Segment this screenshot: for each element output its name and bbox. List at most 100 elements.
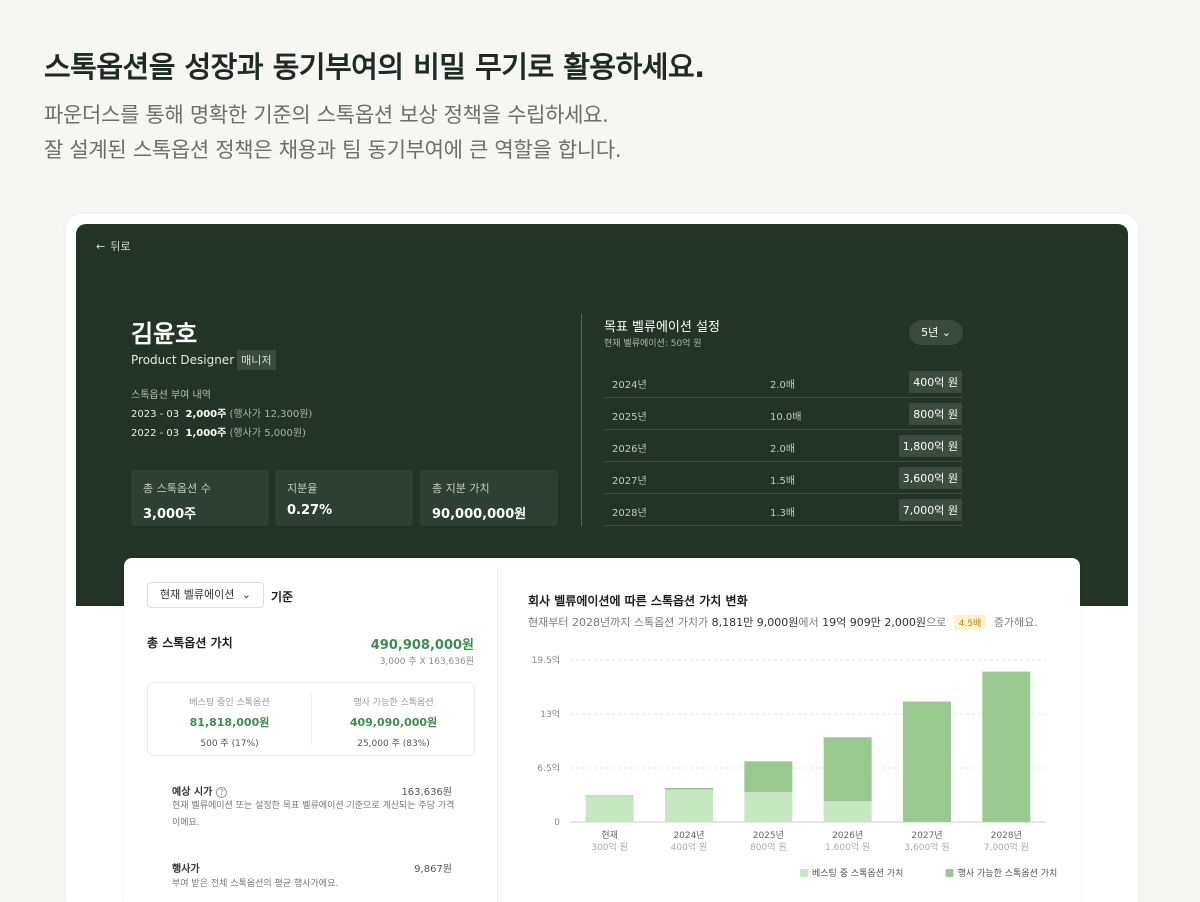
vesting-value: 81,818,000원 bbox=[189, 716, 270, 729]
x-tick-sublabel: 400억 원 bbox=[671, 841, 708, 853]
x-tick-label: 2025년 bbox=[753, 830, 784, 841]
grant-date: 2022 - 03 bbox=[131, 428, 180, 439]
valuation-multiple: 1.5배 bbox=[770, 476, 796, 487]
period-value: 5년 bbox=[921, 326, 939, 339]
chart-title: 회사 벨류에이션에 따른 스톡옵션 가치 변화 bbox=[528, 594, 748, 608]
desc-to-value: 19억 909만 2,000원 bbox=[822, 616, 926, 629]
valuation-amount-input[interactable]: 3,600억 원 bbox=[898, 467, 962, 489]
y-tick-label: 6.5억 bbox=[537, 762, 560, 774]
valuation-row: 2027년 1.5배 3,600억 원 bbox=[604, 462, 962, 494]
employee-name: 김윤호 bbox=[131, 320, 198, 348]
expected-price-text: 예상 시가 bbox=[172, 787, 213, 798]
bar-exercisable bbox=[903, 701, 951, 822]
legend-label: 베스팅 중 스톡옵션 가치 bbox=[812, 867, 903, 879]
vesting-column: 베스팅 중인 스톡옵션 81,818,000원 500 주 (17%) bbox=[148, 695, 311, 749]
grant-date: 2023 - 03 bbox=[131, 409, 180, 420]
valuation-year: 2028년 bbox=[612, 508, 647, 519]
y-tick-label: 13억 bbox=[540, 708, 560, 720]
bar-vesting bbox=[665, 789, 713, 822]
employee-role: Product Designer 매니저 bbox=[131, 350, 276, 370]
desc-prefix: 현재부터 2028년까지 스톡옵션 가치가 bbox=[528, 616, 709, 629]
x-tick-label: 2027년 bbox=[911, 830, 942, 841]
valuation-amount-input[interactable]: 1,800억 원 bbox=[898, 435, 962, 457]
valuation-amount-input[interactable]: 800억 원 bbox=[909, 403, 962, 425]
basis-label: 기준 bbox=[271, 590, 294, 604]
grant-note: (행사가 5,000원) bbox=[229, 428, 306, 439]
page-headline: 스톡옵션을 성장과 동기부여의 비밀 무기로 활용하세요. bbox=[44, 50, 705, 84]
period-select[interactable]: 5년 ⌄ bbox=[909, 320, 963, 345]
y-tick-label: 19.5억 bbox=[532, 654, 560, 666]
valuation-multiple: 2.0배 bbox=[770, 380, 796, 391]
total-value-label: 총 스톡옵션 가치 bbox=[147, 636, 233, 650]
x-tick-label: 2026년 bbox=[832, 830, 863, 841]
stat-label: 총 스톡옵션 수 bbox=[143, 482, 211, 495]
valuation-multiple: 2.0배 bbox=[770, 444, 796, 455]
back-button[interactable]: ← 뒤로 bbox=[96, 238, 130, 254]
total-value: 490,908,000원 bbox=[370, 638, 474, 653]
basis-select[interactable]: 현재 벨류에이션 ⌄ bbox=[147, 582, 264, 608]
valuation-subtitle: 현재 벨류에이션: 50억 원 bbox=[604, 339, 702, 349]
vesting-sub: 500 주 (17%) bbox=[200, 739, 259, 749]
stat-label: 지분율 bbox=[287, 482, 318, 495]
bar-vesting bbox=[744, 792, 793, 822]
vesting-split-box: 베스팅 중인 스톡옵션 81,818,000원 500 주 (17%) 행사 가… bbox=[147, 682, 475, 756]
desc-suffix: 으로 bbox=[925, 616, 947, 629]
back-label: 뒤로 bbox=[110, 240, 131, 253]
valuation-row: 2026년 2.0배 1,800억 원 bbox=[604, 430, 962, 462]
exercisable-column: 행사 가능한 스톡옵션 409,090,000원 25,000 주 (83%) bbox=[312, 695, 475, 749]
valuation-multiple: 1.3배 bbox=[770, 508, 796, 519]
stat-equity-ratio: 지분율 0.27% bbox=[275, 470, 413, 526]
x-tick-sublabel: 7,000억 원 bbox=[984, 841, 1029, 853]
panel-divider bbox=[497, 566, 498, 902]
valuation-year: 2027년 bbox=[612, 476, 647, 487]
x-tick-sublabel: 1,600억 원 bbox=[825, 841, 870, 853]
valuation-amount-input[interactable]: 7,000억 원 bbox=[898, 499, 962, 521]
vesting-label: 베스팅 중인 스톡옵션 bbox=[189, 698, 270, 708]
grant-shares: 2,000주 bbox=[185, 409, 227, 420]
desc-from-value: 8,181만 9,000원 bbox=[711, 616, 799, 629]
bar-exercisable bbox=[744, 761, 793, 793]
y-tick-label: 0 bbox=[554, 818, 560, 828]
grant-item: 2022 - 03 1,000주 (행사가 5,000원) bbox=[131, 424, 306, 439]
stat-value: 90,000,000원 bbox=[432, 507, 527, 522]
expected-price-desc-line: 현재 벨류에이션 또는 설정한 목표 벨류에이션 기준으로 계산되는 주당 가격 bbox=[172, 801, 455, 811]
subtitle-line-1: 파운더스를 통해 명확한 기준의 스톡옵션 보상 정책을 수립하세요. bbox=[44, 103, 609, 127]
basis-select-value: 현재 벨류에이션 bbox=[160, 588, 235, 601]
stat-value: 3,000주 bbox=[143, 507, 197, 522]
stat-equity-value: 총 지분 가치 90,000,000원 bbox=[420, 470, 558, 526]
stat-label: 총 지분 가치 bbox=[432, 482, 490, 495]
legend-label: 행사 가능한 스톡옵션 가치 bbox=[958, 867, 1058, 879]
help-icon[interactable]: ? bbox=[216, 787, 228, 798]
stat-total-options: 총 스톡옵션 수 3,000주 bbox=[131, 470, 269, 526]
valuation-row: 2028년 1.3배 7,000억 원 bbox=[604, 494, 962, 526]
x-tick-sublabel: 800억 원 bbox=[750, 841, 787, 853]
chevron-down-icon: ⌄ bbox=[241, 588, 251, 601]
valuation-year: 2025년 bbox=[612, 412, 647, 423]
x-tick-sublabel: 3,600억 원 bbox=[904, 841, 949, 853]
expected-price-desc: 현재 벨류에이션 또는 설정한 목표 벨류에이션 기준으로 계산되는 주당 가격… bbox=[172, 798, 462, 832]
expected-price-label: 예상 시가? bbox=[172, 783, 228, 798]
exercisable-sub: 25,000 주 (83%) bbox=[357, 739, 430, 749]
option-value-card: 현재 벨류에이션 ⌄ 기준 총 스톡옵션 가치 490,908,000원 3,0… bbox=[124, 558, 1080, 902]
position-badge: 매니저 bbox=[237, 350, 276, 370]
desc-suffix: 증가해요. bbox=[993, 616, 1038, 629]
valuation-multiple: 10.0배 bbox=[770, 412, 802, 423]
exercisable-label: 행사 가능한 스톡옵션 bbox=[353, 698, 434, 708]
chart-description: 현재부터 2028년까지 스톡옵션 가치가 8,181만 9,000원에서 19… bbox=[528, 614, 1038, 630]
role-text: Product Designer bbox=[131, 353, 235, 367]
vertical-divider bbox=[581, 314, 582, 526]
expected-price-value: 163,636원 bbox=[401, 787, 452, 798]
valuation-amount-input[interactable]: 400억 원 bbox=[909, 371, 962, 393]
legend-swatch-exercisable bbox=[945, 869, 954, 877]
expected-price-desc-line: 이에요. bbox=[172, 818, 200, 828]
option-value-bar-chart: 0 6.5억 13억 19.5억현재300억 원 2024년400억 원 2025년800… bbox=[532, 654, 1058, 879]
legend-swatch-vesting bbox=[800, 869, 808, 877]
x-tick-label: 2024년 bbox=[673, 830, 704, 841]
x-tick-label: 현재 bbox=[601, 830, 618, 841]
grant-item: 2023 - 03 2,000주 (행사가 12,300원) bbox=[131, 405, 312, 420]
page-subtitle: 파운더스를 통해 명확한 기준의 스톡옵션 보상 정책을 수립하세요. 잘 설계… bbox=[44, 98, 622, 168]
strike-price-desc: 부여 받은 전체 스톡옵션의 평균 행사가에요. bbox=[172, 879, 339, 889]
bar-exercisable bbox=[823, 737, 872, 802]
valuation-year: 2026년 bbox=[612, 444, 647, 455]
arrow-left-icon: ← bbox=[96, 240, 106, 253]
